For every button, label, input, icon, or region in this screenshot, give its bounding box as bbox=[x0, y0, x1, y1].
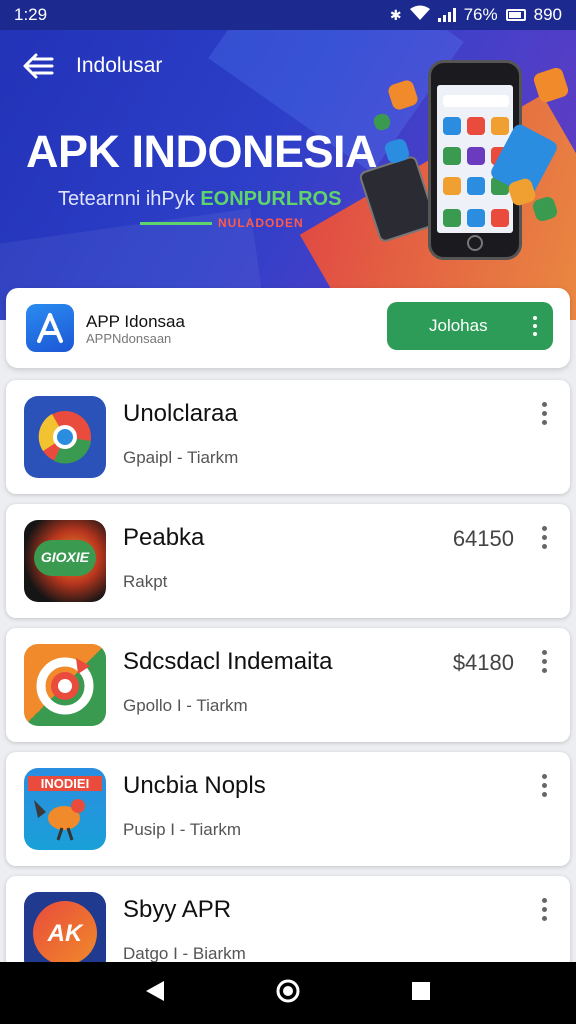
battery-icon bbox=[505, 9, 526, 21]
back-button[interactable] bbox=[22, 52, 56, 82]
hero-tagline: Tetearnni ihPyk EONPURLROS bbox=[58, 188, 341, 211]
status-extra: 890 bbox=[533, 5, 562, 24]
list-item[interactable]: GIOXIE Peabka Rakpt 64150 bbox=[6, 504, 570, 618]
ak-icon-label: AK bbox=[47, 920, 83, 947]
triangle-back-icon bbox=[146, 980, 165, 1001]
featured-app-name: APP Idonsaa bbox=[86, 312, 185, 331]
app-subtitle: Pusip I - Tiarkm bbox=[123, 820, 242, 839]
game-icon-label: GIOXIE bbox=[40, 549, 90, 565]
more-vert-icon[interactable] bbox=[542, 402, 548, 429]
more-vert-icon[interactable] bbox=[542, 774, 548, 801]
tagline-red: NULADODEN bbox=[218, 216, 304, 230]
app-store-icon bbox=[26, 304, 74, 352]
more-vert-icon[interactable] bbox=[542, 898, 548, 925]
circle-home-icon bbox=[276, 979, 300, 1002]
page-title: Indolusar bbox=[76, 54, 163, 77]
app-subtitle: Datgo I - Biarkm bbox=[123, 944, 246, 963]
app-subtitle: Rakpt bbox=[123, 572, 168, 591]
app-subtitle: Gpaipl - Tiarkm bbox=[123, 448, 239, 467]
featured-action-button[interactable]: Jolohas bbox=[387, 302, 553, 350]
tagline-green: EONPURLROS bbox=[200, 188, 342, 210]
square-recents-icon bbox=[411, 981, 430, 1000]
status-bar: 1:29 ✱ 76% 890 bbox=[0, 0, 576, 30]
app-title: Unolclaraa bbox=[123, 400, 238, 427]
battery-percent: 76% bbox=[463, 5, 498, 24]
more-vert-icon[interactable] bbox=[542, 650, 548, 677]
arrow-left-icon bbox=[23, 53, 54, 79]
system-nav-bar bbox=[0, 962, 576, 1024]
featured-action-label: Jolohas bbox=[429, 316, 488, 335]
chrome-icon bbox=[24, 396, 106, 478]
featured-app-card[interactable]: APP Idonsaa APPNdonsaan Jolohas bbox=[6, 288, 570, 368]
tagline-underline bbox=[140, 222, 212, 225]
app-price: $4180 bbox=[452, 650, 514, 675]
tagline-white: Tetearnni ihPyk bbox=[58, 188, 195, 210]
more-vert-icon[interactable] bbox=[533, 316, 537, 340]
app-title: Sbyy APR bbox=[123, 896, 232, 923]
game-icon: GIOXIE bbox=[24, 520, 106, 602]
app-subtitle: Gpollo I - Tiarkm bbox=[123, 696, 248, 715]
app-title: Peabka bbox=[123, 524, 205, 551]
signal-icon bbox=[437, 8, 456, 22]
featured-app-subtitle: APPNdonsaan bbox=[86, 331, 172, 346]
list-item[interactable]: Unolclaraa Gpaipl - Tiarkm bbox=[6, 380, 570, 494]
recents-nav-button[interactable] bbox=[410, 980, 432, 1007]
status-time: 1:29 bbox=[14, 5, 48, 24]
refresh-app-icon bbox=[24, 644, 106, 726]
more-vert-icon[interactable] bbox=[542, 526, 548, 553]
list-item[interactable]: INODIEI Uncbia Nopls Pusip I - Tiarkm bbox=[6, 752, 570, 866]
status-icons: ✱ 76% 890 bbox=[390, 5, 562, 26]
app-title: Uncbia Nopls bbox=[123, 772, 266, 799]
home-nav-button[interactable] bbox=[275, 978, 301, 1009]
app-title: Sdcsdacl Indemaita bbox=[123, 648, 333, 675]
list-item[interactable]: Sdcsdacl Indemaita Gpollo I - Tiarkm $41… bbox=[6, 628, 570, 742]
hero-title: APK INDONESIA bbox=[26, 126, 378, 177]
rooster-icon: INODIEI bbox=[24, 768, 106, 850]
app-price: 64150 bbox=[452, 526, 514, 551]
wifi-icon bbox=[409, 5, 430, 26]
header-banner: Indolusar APK INDONESIA Tetearnni ihPyk … bbox=[0, 30, 576, 320]
back-nav-button[interactable] bbox=[144, 979, 166, 1008]
bluetooth-icon: ✱ bbox=[389, 6, 402, 23]
